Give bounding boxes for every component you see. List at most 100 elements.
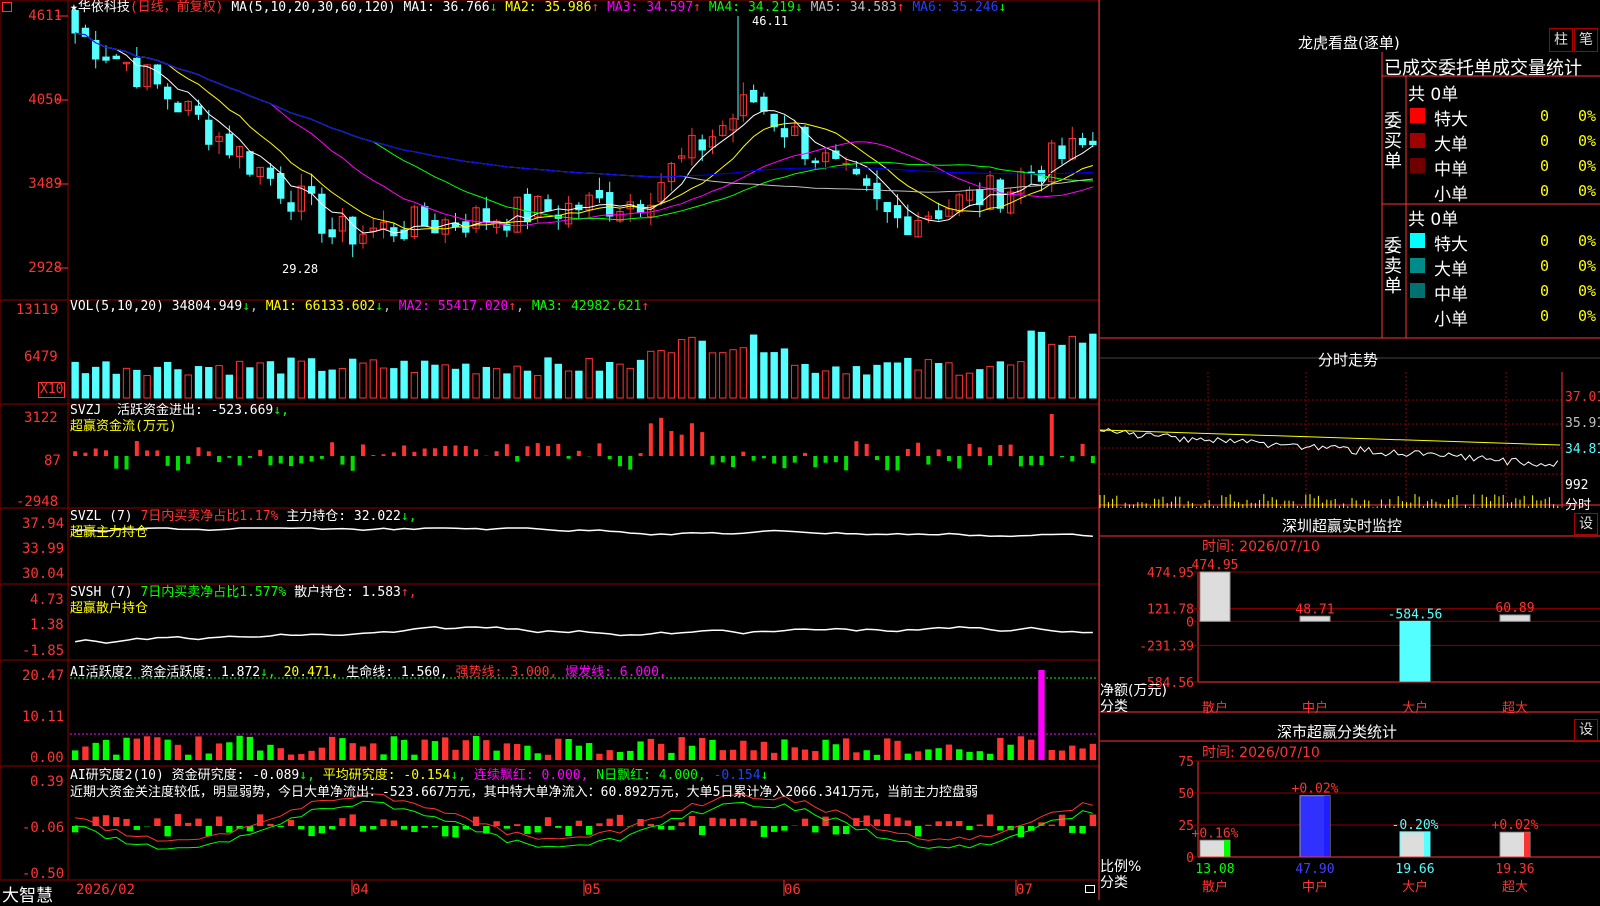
bar-mode-button[interactable]: 柱: [1549, 28, 1573, 52]
candle-body: [319, 194, 325, 233]
category-bar-accent: [1324, 796, 1330, 857]
research-bar: [771, 826, 777, 832]
activity-bar: [72, 750, 78, 760]
monitor-xlabel: 分类: [1100, 696, 1128, 716]
candle-body: [278, 173, 284, 198]
research-bar: [267, 824, 273, 826]
fund-flow-bar: [330, 442, 334, 456]
pen-mode-button[interactable]: 笔: [1574, 28, 1598, 52]
y-tick: 87: [44, 453, 61, 469]
fund-flow-bar: [824, 456, 828, 463]
vol-unit: X10: [38, 382, 65, 398]
research-bar: [329, 826, 335, 829]
candle-body: [874, 183, 880, 198]
fund-flow-bar: [268, 456, 272, 465]
activity-bar: [93, 743, 99, 760]
activity-bar: [370, 743, 376, 760]
bar-value-label: +0.16%: [1192, 826, 1239, 841]
research-bar: [905, 820, 911, 826]
monitor-settings-button[interactable]: 设: [1574, 513, 1598, 535]
fund-flow-bar: [896, 456, 900, 471]
activity-bar: [421, 740, 427, 760]
volume-bar: [154, 367, 160, 398]
bar-category-label: 散户: [1202, 879, 1228, 895]
ma-line: [75, 33, 1093, 192]
date-tick: 06: [784, 882, 801, 898]
fund-flow-bar: [1029, 456, 1033, 465]
volume-bar: [761, 353, 767, 398]
volume-bar: [637, 360, 643, 398]
lock-icon[interactable]: [1085, 885, 1095, 893]
candle-body: [812, 161, 818, 163]
activity-bar: [401, 740, 407, 760]
vol-ma2: MA2: 55417.020: [399, 299, 509, 314]
volume-bar: [360, 363, 366, 398]
volume-bar: [925, 360, 931, 398]
sell-row-name: 特大: [1434, 230, 1468, 255]
volume-bar: [164, 362, 170, 398]
candle-body: [935, 211, 941, 219]
volume-bar: [576, 371, 582, 398]
fund-flow-bar: [752, 456, 756, 461]
fund-flow-bar: [669, 431, 673, 456]
buy-row-name: 小单: [1434, 180, 1468, 205]
y-tick: 10.11: [22, 709, 64, 725]
research-bar: [586, 826, 592, 835]
research-bar: [915, 826, 921, 836]
ma5-arrow: ↑: [897, 0, 905, 15]
research-bar: [154, 818, 160, 826]
volume-bar: [113, 374, 119, 398]
svzl-hold: 主力持仓: 32.022: [286, 509, 401, 524]
research-bar: [195, 819, 201, 826]
fund-flow-bar: [505, 444, 509, 456]
volume-bar: [905, 358, 911, 398]
activity-bar: [442, 737, 448, 760]
period-label[interactable]: (日线，前复权): [130, 0, 224, 15]
y-tick: 20.47: [22, 668, 64, 684]
volume-bar: [442, 365, 448, 398]
y-tick: 0.00: [30, 750, 64, 766]
activity-bar: [432, 741, 438, 760]
activity-bar: [535, 753, 541, 760]
classify-settings-button[interactable]: 设: [1574, 719, 1598, 741]
ma1-value: 36.766: [443, 0, 490, 15]
candle-body: [247, 152, 253, 174]
bar-value-label: 48.71: [1295, 602, 1334, 617]
ai2-last: -0.154: [714, 768, 761, 783]
bar-category-label: 中户: [1302, 700, 1328, 716]
activity-bar: [812, 751, 818, 760]
volume-bar: [678, 340, 684, 398]
ma4-label: MA4:: [709, 0, 740, 15]
research-bar: [339, 818, 345, 826]
research-bar: [658, 826, 664, 829]
volume-bar: [555, 364, 561, 398]
activity-bar: [1059, 751, 1065, 760]
candle-body: [226, 134, 232, 155]
research-bar: [648, 824, 654, 826]
volume-bar: [627, 368, 633, 398]
research-bar: [977, 824, 983, 826]
volume-bar: [535, 375, 541, 398]
fund-flow-bar: [731, 456, 735, 467]
volume-bar: [504, 374, 510, 398]
vol-value: 34804.949: [172, 299, 242, 314]
activity-bar: [483, 740, 489, 760]
fund-flow-bar: [1009, 445, 1013, 456]
svsh-ratio: 7日内买卖净占比1.577%: [140, 585, 286, 600]
svsh-subtitle: 超赢散户持仓: [70, 601, 148, 616]
fund-flow-bar: [865, 444, 869, 456]
volume-bar: [236, 361, 242, 398]
settings-icon[interactable]: [2, 2, 12, 12]
candle-body: [267, 168, 273, 178]
sell-row-pct: 0%: [1578, 307, 1596, 325]
research-bar: [596, 823, 602, 826]
stock-chart-area[interactable]: [0, 0, 1100, 900]
ma5-label: MA5:: [811, 0, 842, 15]
activity-bar: [802, 750, 808, 760]
research-bar: [956, 821, 962, 826]
research-bar: [576, 821, 582, 826]
star-icon[interactable]: ★: [70, 0, 78, 15]
sell-row-pct: 0%: [1578, 282, 1596, 300]
brand-logo[interactable]: 大智慧: [2, 881, 53, 906]
fund-flow-bar: [258, 450, 262, 456]
